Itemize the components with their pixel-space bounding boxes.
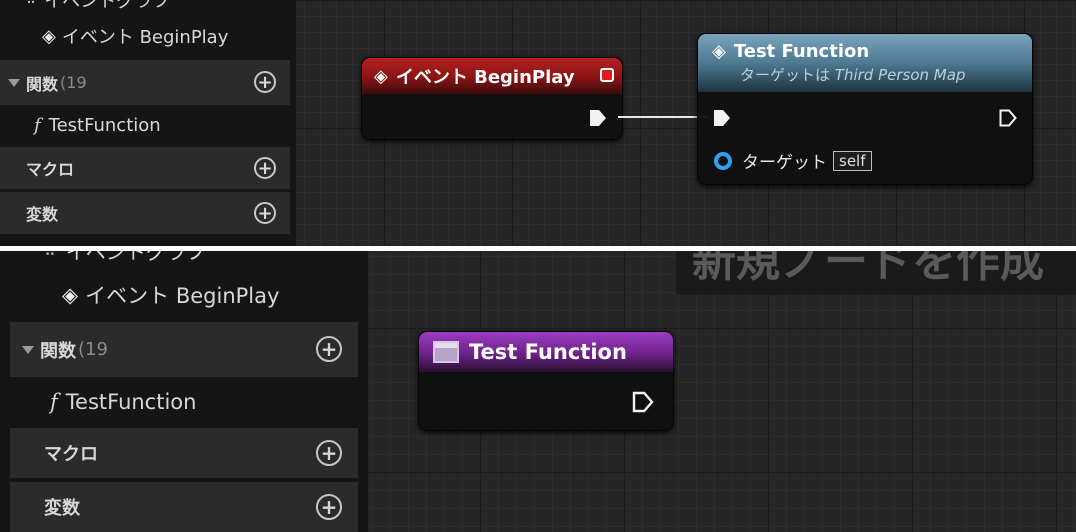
create-node-toast: 新規ノードを作成: [676, 251, 1076, 295]
bottom-screenshot: 新規ノードを作成 ⠶ イベントグラフ ◈ イベント BeginPlay 関数 (…: [0, 251, 1076, 532]
section-macros[interactable]: マクロ +: [0, 147, 290, 189]
graph-icon: ⠶: [44, 251, 56, 260]
section-label: 変数: [26, 205, 59, 224]
subtitle-prefix: ターゲットは: [740, 66, 835, 84]
section-macros[interactable]: マクロ +: [10, 428, 358, 478]
sidebar-item-event-beginplay[interactable]: ◈ イベント BeginPlay: [0, 20, 290, 52]
event-graph-header[interactable]: ⠶ イベントグラフ: [10, 251, 358, 265]
target-pin-row[interactable]: ターゲット self: [714, 148, 872, 173]
section-label: 変数: [44, 498, 80, 519]
exec-output-pin[interactable]: [631, 390, 655, 414]
exec-output-pin[interactable]: [998, 108, 1018, 128]
function-icon: f: [34, 114, 41, 136]
target-pin-label: ターゲット: [742, 153, 827, 173]
graph-icon: ⠶: [26, 0, 37, 8]
event-graph-label: イベントグラフ: [44, 0, 171, 12]
sidebar-item-label: イベント BeginPlay: [61, 27, 229, 48]
section-label: マクロ: [44, 444, 98, 465]
node-header[interactable]: ◈ Test Function ターゲットは Third Person Map: [698, 34, 1032, 92]
event-graph-header[interactable]: ⠶ イベントグラフ: [0, 0, 290, 14]
toast-text: 新規ノードを作成: [692, 251, 1044, 287]
top-screenshot: ⠶ イベントグラフ ◈ イベント BeginPlay 関数 (19 + f Te…: [0, 0, 1076, 246]
section-label: 関数: [40, 340, 76, 362]
node-title: Test Function: [469, 340, 627, 364]
event-diamond-icon: ◈: [374, 65, 388, 87]
my-blueprint-panel: ⠶ イベントグラフ ◈ イベント BeginPlay 関数 (19 + f Te…: [0, 0, 296, 246]
function-entry-node[interactable]: Test Function: [418, 331, 674, 431]
collapse-arrow-icon[interactable]: [22, 345, 34, 354]
exec-output-pin[interactable]: [588, 108, 608, 128]
add-macro-icon[interactable]: +: [254, 157, 276, 179]
event-graph-label: イベントグラフ: [65, 251, 206, 264]
section-variables[interactable]: 変数 +: [0, 192, 290, 234]
section-functions[interactable]: 関数 (19 +: [0, 60, 290, 105]
section-label: 関数: [26, 74, 59, 94]
section-count: (19: [78, 339, 108, 360]
node-title: Test Function: [733, 41, 870, 62]
sidebar-item-label: TestFunction: [48, 114, 161, 136]
node-subtitle: ターゲットは Third Person Map: [740, 64, 965, 85]
target-pin-value: self: [833, 150, 872, 171]
object-pin-icon[interactable]: [714, 151, 732, 170]
section-variables[interactable]: 変数 +: [10, 482, 358, 532]
add-function-icon[interactable]: +: [316, 336, 342, 362]
section-label: マクロ: [26, 160, 75, 179]
sidebar-item-label: TestFunction: [65, 390, 197, 414]
add-variable-icon[interactable]: +: [316, 494, 342, 520]
node-header[interactable]: ◈ イベント BeginPlay: [362, 58, 622, 94]
node-title-row: ◈ Test Function: [712, 41, 869, 62]
test-function-call-node[interactable]: ◈ Test Function ターゲットは Third Person Map …: [697, 33, 1033, 185]
event-diamond-icon: ◈: [62, 283, 79, 307]
add-function-icon[interactable]: +: [254, 71, 276, 93]
exec-wire[interactable]: [618, 116, 708, 118]
section-functions[interactable]: 関数 (19 +: [10, 322, 358, 377]
add-variable-icon[interactable]: +: [254, 202, 276, 224]
add-macro-icon[interactable]: +: [316, 440, 342, 466]
event-beginplay-node[interactable]: ◈ イベント BeginPlay: [361, 57, 623, 140]
exec-input-pin[interactable]: [712, 108, 732, 128]
replication-icon: [600, 68, 614, 82]
event-diamond-icon: ◈: [42, 25, 56, 47]
sidebar-item-testfunction[interactable]: f TestFunction: [0, 106, 290, 144]
node-header[interactable]: Test Function: [419, 332, 673, 372]
function-call-icon: ◈: [712, 41, 726, 62]
sidebar-item-label: イベント BeginPlay: [85, 284, 280, 308]
function-entry-icon: [433, 341, 459, 363]
function-icon: f: [50, 390, 58, 414]
section-count: (19: [60, 73, 87, 92]
subtitle-target: Third Person Map: [834, 66, 966, 84]
sidebar-item-event-beginplay[interactable]: ◈ イベント BeginPlay: [10, 277, 358, 313]
my-blueprint-panel: ⠶ イベントグラフ ◈ イベント BeginPlay 関数 (19 + f Te…: [0, 251, 368, 532]
collapse-arrow-icon[interactable]: [8, 78, 20, 87]
node-title: イベント BeginPlay: [395, 67, 575, 88]
sidebar-item-testfunction[interactable]: f TestFunction: [10, 379, 358, 425]
